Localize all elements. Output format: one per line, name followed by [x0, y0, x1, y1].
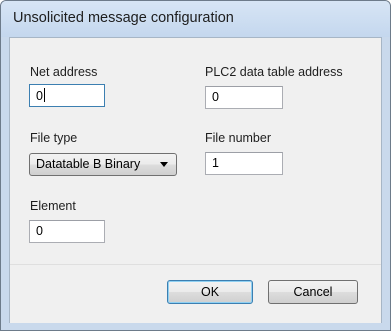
net-address-value: 0: [36, 89, 43, 103]
ok-button[interactable]: OK: [167, 280, 253, 304]
dialog-footer: OK Cancel: [10, 264, 381, 323]
element-label: Element: [30, 199, 76, 213]
file-type-label: File type: [30, 131, 78, 145]
net-address-input[interactable]: 0: [29, 84, 105, 107]
window-title: Unsolicited message configuration: [13, 10, 234, 26]
element-value: 0: [36, 224, 43, 238]
text-caret: [43, 88, 45, 102]
plc2-address-input[interactable]: 0: [205, 86, 283, 109]
dialog-client-area: Net address 0 PLC2 data table address 0 …: [9, 37, 382, 323]
dialog-window: Unsolicited message configuration Net ad…: [0, 0, 391, 331]
file-type-selected-value: Datatable B Binary: [36, 157, 141, 171]
cancel-button[interactable]: Cancel: [268, 280, 358, 304]
net-address-label: Net address: [30, 65, 98, 79]
file-number-input[interactable]: 1: [205, 152, 283, 175]
file-number-label: File number: [205, 131, 271, 145]
chevron-down-icon: [160, 162, 168, 167]
element-input[interactable]: 0: [29, 220, 105, 243]
plc2-address-value: 0: [212, 90, 219, 104]
file-type-dropdown[interactable]: Datatable B Binary: [29, 153, 177, 176]
title-bar[interactable]: Unsolicited message configuration: [1, 1, 390, 37]
plc2-address-label: PLC2 data table address: [205, 65, 343, 79]
file-number-value: 1: [212, 156, 219, 170]
